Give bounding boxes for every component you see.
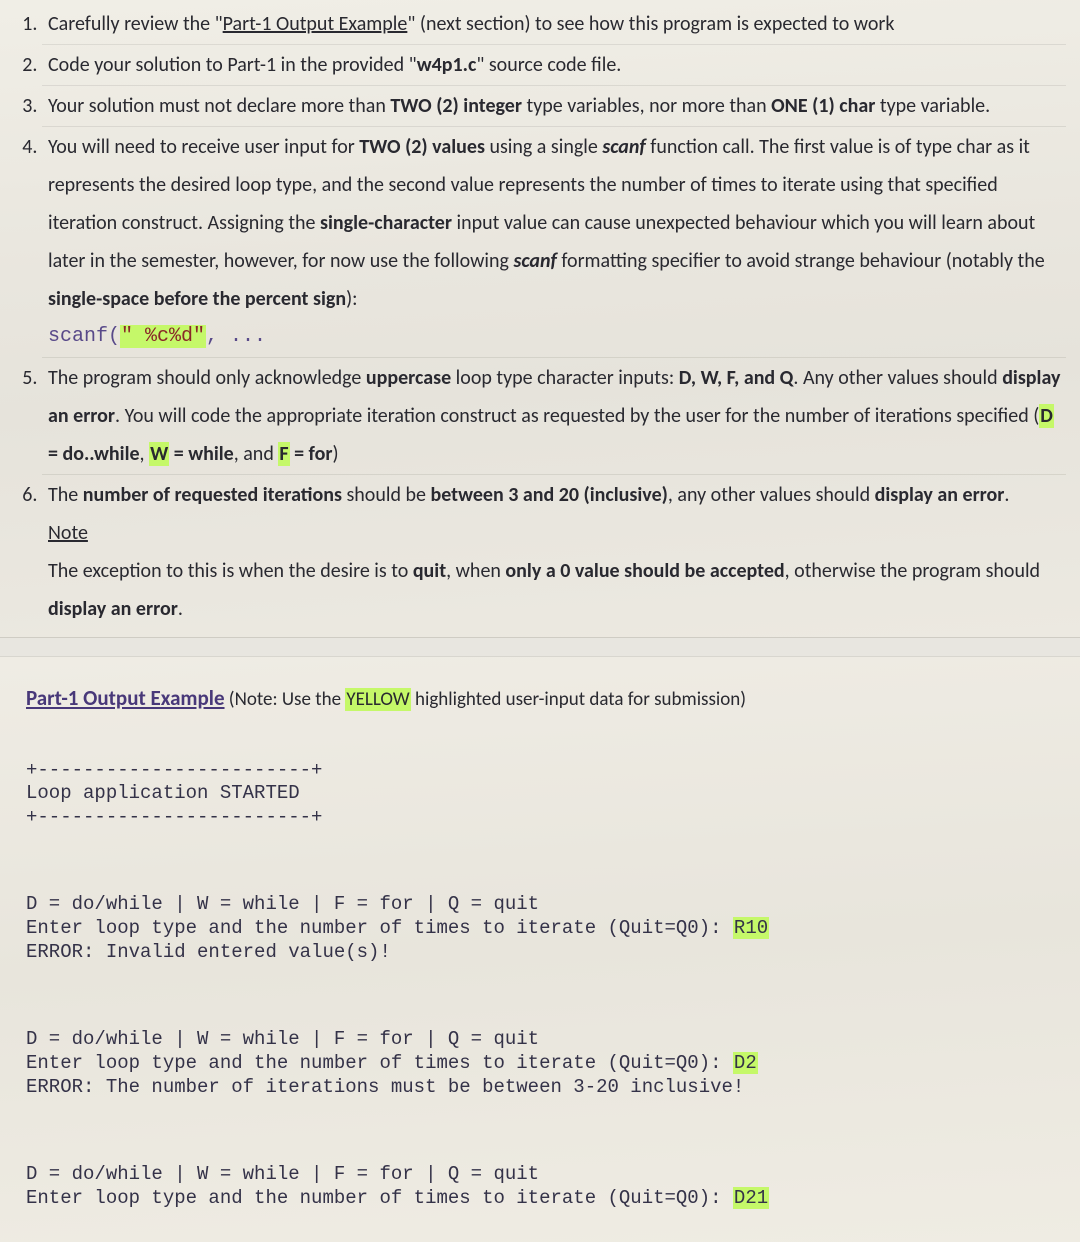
text: . You will code the appropriate iteratio… bbox=[115, 404, 1039, 428]
one-char: ONE (1) char bbox=[771, 94, 875, 118]
uppercase: uppercase bbox=[366, 366, 451, 390]
menu-line: D = do/while | W = while | F = for | Q =… bbox=[26, 1163, 539, 1185]
note-label: Note bbox=[48, 521, 88, 545]
output-banner: +------------------------+ Loop applicat… bbox=[26, 735, 1066, 854]
text: ): bbox=[346, 287, 357, 311]
text: The program should only acknowledge bbox=[48, 366, 366, 390]
text: " source code file. bbox=[476, 53, 621, 77]
result-line: ERROR: Invalid entered value(s)! bbox=[26, 941, 391, 963]
output-block: Part-1 Output Example (Note: Use the YEL… bbox=[0, 656, 1080, 1242]
result-line: ERROR: The number of iterations must be … bbox=[26, 1076, 744, 1098]
letter-d: D bbox=[1039, 404, 1054, 428]
letter-f: F bbox=[278, 442, 289, 466]
instruction-item-3: Your solution must not declare more than… bbox=[42, 86, 1066, 127]
two-values: TWO (2) values bbox=[359, 135, 485, 159]
user-input: D2 bbox=[733, 1052, 758, 1074]
text: . bbox=[178, 597, 183, 621]
part1-link[interactable]: Part-1 Output Example bbox=[223, 12, 408, 36]
instruction-list: Carefully review the "Part-1 Output Exam… bbox=[14, 4, 1066, 629]
output-heading: Part-1 Output Example (Note: Use the YEL… bbox=[26, 679, 1066, 719]
for: = for bbox=[290, 442, 333, 466]
instruction-item-4: You will need to receive user input for … bbox=[42, 127, 1066, 358]
between: between 3 and 20 (inclusive) bbox=[430, 483, 667, 507]
output-group-3: D = do/while | W = while | F = for | Q =… bbox=[26, 1139, 1066, 1234]
filename: w4p1.c bbox=[417, 53, 477, 77]
banner-text: Loop application STARTED bbox=[26, 782, 300, 804]
menu-line: D = do/while | W = while | F = for | Q =… bbox=[26, 1028, 539, 1050]
code-pre: scanf( bbox=[48, 325, 120, 348]
scanf-code: scanf(" %c%d", ... bbox=[48, 318, 1066, 356]
text: You will need to receive user input for bbox=[48, 135, 359, 159]
scanf-word-2: scanf bbox=[513, 249, 556, 273]
output-group-1: D = do/while | W = while | F = for | Q =… bbox=[26, 870, 1066, 989]
instruction-item-2: Code your solution to Part-1 in the prov… bbox=[42, 45, 1066, 86]
zero-value: only a 0 value should be accepted bbox=[505, 559, 784, 583]
letters: D, W, F, and Q bbox=[679, 366, 794, 390]
letter-w: W bbox=[149, 442, 169, 466]
yellow-word: YELLOW bbox=[345, 688, 410, 711]
display-error-3: display an error bbox=[48, 597, 178, 621]
text: The exception to this is when the desire… bbox=[48, 559, 413, 583]
instruction-item-6: The number of requested iterations shoul… bbox=[42, 475, 1066, 629]
num-iter: number of requested iterations bbox=[83, 483, 342, 507]
text: ) bbox=[332, 442, 338, 466]
instructions-block: Carefully review the "Part-1 Output Exam… bbox=[0, 0, 1080, 638]
text: The bbox=[48, 483, 83, 507]
text: , otherwise the program should bbox=[785, 559, 1040, 583]
user-input: D21 bbox=[733, 1187, 769, 1209]
sep: , and bbox=[234, 442, 279, 466]
text: , any other values should bbox=[668, 483, 875, 507]
text: type variables, nor more than bbox=[522, 94, 771, 118]
border-top: +------------------------+ bbox=[26, 759, 322, 781]
text: should be bbox=[342, 483, 431, 507]
display-error-2: display an error bbox=[875, 483, 1005, 507]
single-char: single-character bbox=[320, 211, 452, 235]
text: " (next section) to see how this program… bbox=[407, 12, 894, 36]
code-format-string: " %c%d" bbox=[120, 325, 206, 348]
prompt-line: Enter loop type and the number of times … bbox=[26, 1052, 733, 1074]
output-title: Part-1 Output Example bbox=[26, 685, 225, 711]
text: Carefully review the " bbox=[48, 12, 223, 36]
text: Your solution must not declare more than bbox=[48, 94, 390, 118]
prompt-line: Enter loop type and the number of times … bbox=[26, 1187, 733, 1209]
code-post: , ... bbox=[206, 325, 266, 348]
instruction-item-1: Carefully review the "Part-1 Output Exam… bbox=[42, 4, 1066, 45]
output-note-b: highlighted user-input data for submissi… bbox=[411, 688, 746, 711]
text: using a single bbox=[485, 135, 602, 159]
two-int: TWO (2) integer bbox=[390, 94, 522, 118]
while: = while bbox=[169, 442, 234, 466]
output-note-a: (Note: Use the bbox=[225, 688, 346, 711]
menu-line: D = do/while | W = while | F = for | Q =… bbox=[26, 893, 539, 915]
instruction-item-5: The program should only acknowledge uppe… bbox=[42, 358, 1066, 475]
quit: quit bbox=[413, 559, 446, 583]
text: . Any other values should bbox=[793, 366, 1002, 390]
prompt-line: Enter loop type and the number of times … bbox=[26, 917, 733, 939]
text: type variable. bbox=[875, 94, 990, 118]
user-input: R10 bbox=[733, 917, 769, 939]
text: . bbox=[1004, 483, 1009, 507]
scanf-word: scanf bbox=[602, 135, 645, 159]
output-group-2: D = do/while | W = while | F = for | Q =… bbox=[26, 1004, 1066, 1123]
text: loop type character inputs: bbox=[451, 366, 679, 390]
sep: , bbox=[140, 442, 150, 466]
dowhile: = do..while bbox=[48, 442, 140, 466]
border-bottom: +------------------------+ bbox=[26, 806, 322, 828]
text: Code your solution to Part-1 in the prov… bbox=[48, 53, 417, 77]
single-space: single-space before the percent sign bbox=[48, 287, 346, 311]
text: formatting specifier to avoid strange be… bbox=[557, 249, 1045, 273]
text: , when bbox=[446, 559, 505, 583]
